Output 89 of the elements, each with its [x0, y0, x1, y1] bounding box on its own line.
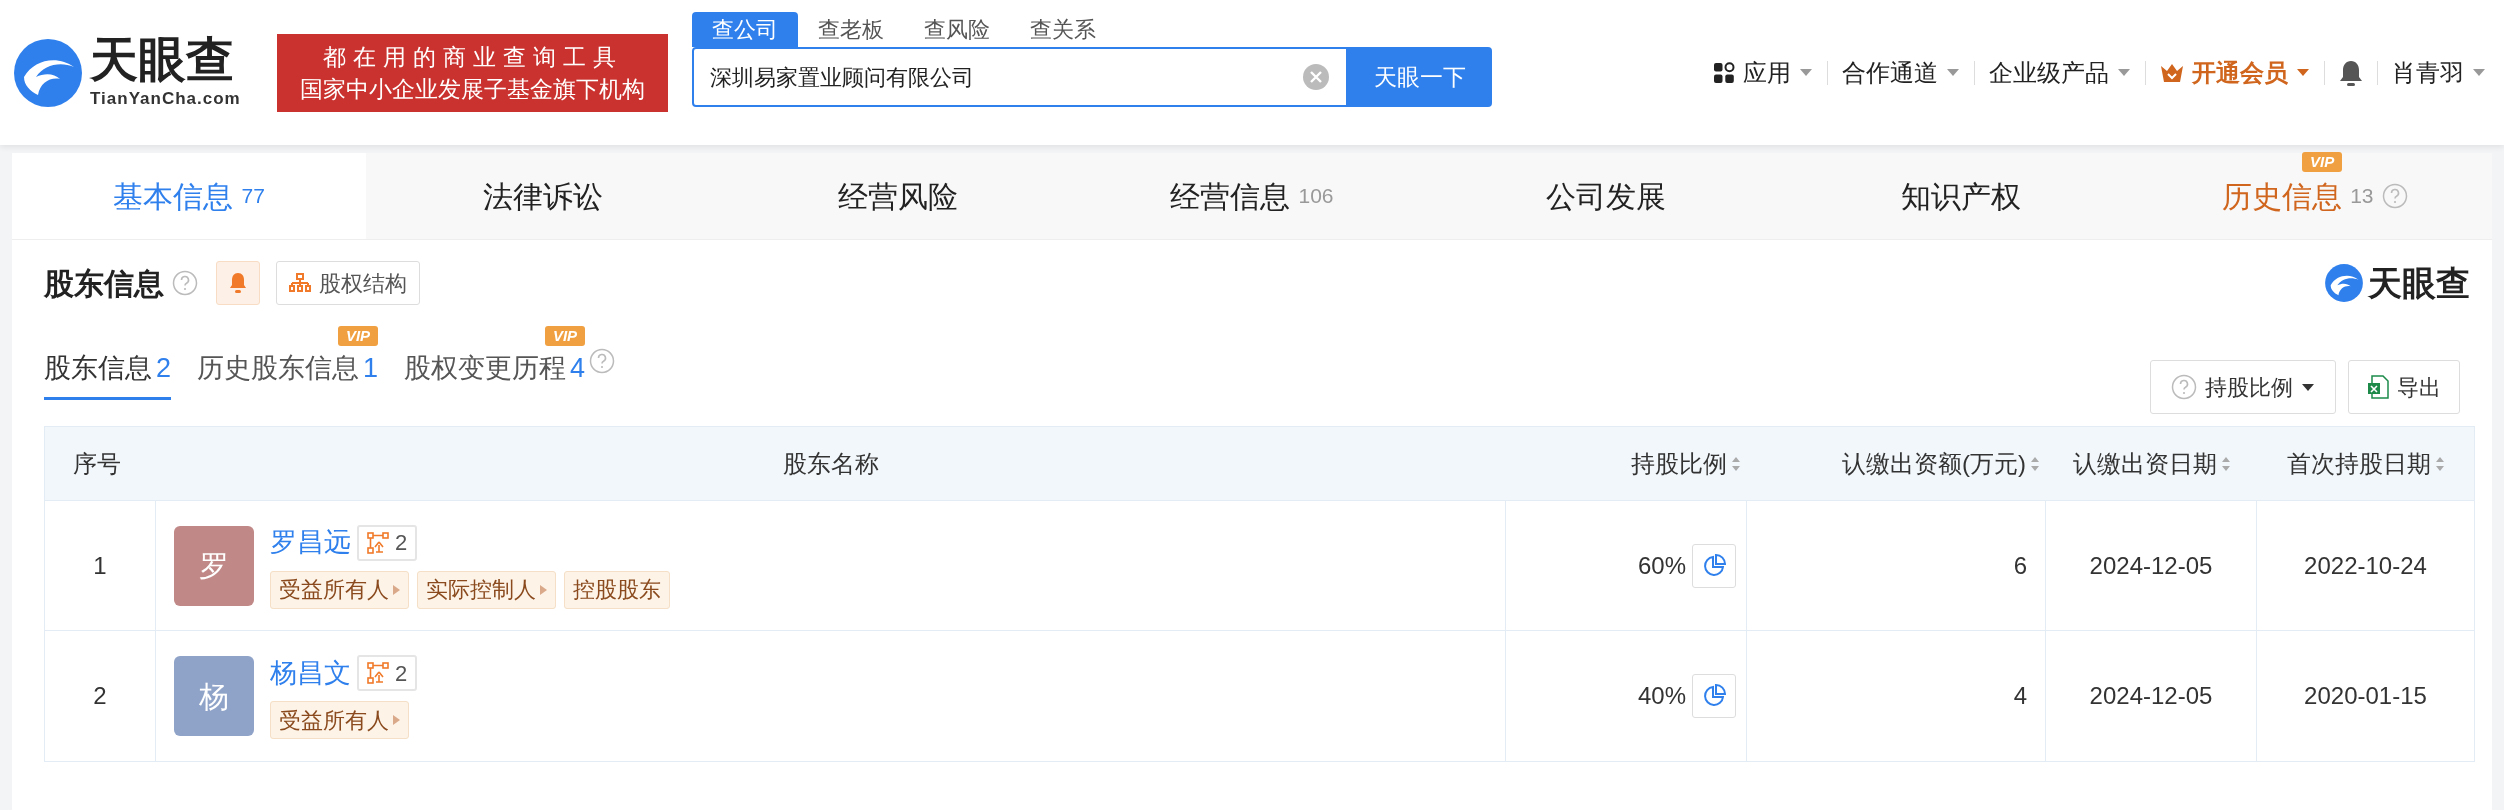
network-icon — [367, 531, 389, 554]
search-tab[interactable]: 查公司 — [692, 12, 798, 47]
search-tab[interactable]: 查老板 — [798, 12, 904, 47]
export-button[interactable]: 导出 — [2348, 360, 2460, 414]
company-count-badge[interactable]: 2 — [357, 655, 418, 691]
slogan-text: 都在用的商业查询工具 — [322, 42, 623, 72]
equity-structure-button[interactable]: 股权结构 — [276, 261, 420, 305]
logo-text: 天眼查 — [90, 33, 235, 86]
role-tag[interactable]: 实际控制人 — [417, 570, 556, 609]
arrow-icon — [393, 715, 400, 726]
bell-icon[interactable] — [2339, 58, 2363, 87]
notify-button[interactable] — [216, 261, 260, 305]
table-cell-text: 60% — [1637, 550, 1686, 581]
pie-chart-button[interactable] — [1692, 674, 1736, 718]
spreadsheet-icon — [2367, 375, 2389, 399]
pie-chart-icon — [1702, 684, 1726, 708]
search-field[interactable]: 深圳易家置业顾问有限公司 — [692, 47, 1348, 107]
caret-icon — [2472, 68, 2486, 77]
section-tab[interactable]: 经营信息 106 — [1074, 153, 1430, 239]
search-tab[interactable]: 查风险 — [904, 12, 1010, 47]
shareholder-link[interactable]: 杨昌文 — [270, 652, 351, 694]
role-tag[interactable]: 受益所有人 — [270, 701, 409, 740]
nav-menu[interactable]: 企业级产品 — [1989, 54, 2131, 91]
membership-menu[interactable]: 开通会员 — [2160, 54, 2310, 91]
section-tab[interactable]: 法律诉讼 — [366, 153, 721, 239]
slogan-text: 国家中小企业发展子基金旗下机构 — [300, 74, 645, 104]
network-icon — [367, 662, 389, 684]
table-cell: 2024-12-05 — [2046, 631, 2257, 761]
column-header: 股东名称 — [782, 448, 880, 479]
logo-domain: TianYanCha.com — [90, 87, 241, 110]
arrow-icon — [540, 584, 547, 595]
apps-icon — [1713, 61, 1735, 84]
logo-icon — [12, 36, 84, 109]
pie-chart-icon — [1702, 553, 1726, 578]
nav-menu[interactable]: 合作通道 — [1842, 54, 1960, 91]
vip-badge: VIP — [544, 326, 586, 346]
caret-icon — [2117, 68, 2131, 77]
search-button[interactable]: 天眼一下 — [1348, 47, 1492, 107]
table-cell: 6 — [1747, 501, 2046, 630]
column-header[interactable]: 持股比例 — [1506, 427, 1747, 500]
column-header[interactable]: 认缴出资额(万元) — [1747, 427, 2046, 500]
avatar: 杨 — [174, 656, 254, 736]
caret-icon — [1799, 68, 1813, 77]
pie-chart-button[interactable] — [1692, 543, 1736, 588]
sub-tab[interactable]: 股东信息 2 — [44, 348, 172, 400]
search-tab[interactable]: 查关系 — [1010, 12, 1116, 47]
brand-text: 天眼查 — [2368, 262, 2470, 304]
tab-count: 77 — [241, 183, 265, 210]
company-count-badge[interactable]: 2 — [357, 524, 418, 561]
section-tab[interactable]: 知识产权 — [1783, 153, 2138, 239]
tab-count: 13 — [2350, 183, 2374, 210]
section-tab[interactable]: 公司发展 — [1429, 153, 1784, 239]
logo-icon — [2324, 263, 2364, 303]
section-tab[interactable]: 基本信息 77 — [12, 153, 367, 239]
help-icon[interactable] — [589, 348, 616, 374]
table-cell-text: 2020-01-15 — [2303, 681, 2428, 711]
section-title: 股东信息 — [44, 265, 164, 302]
apps-menu[interactable]: 应用 — [1713, 54, 1813, 91]
table-cell-text: 2022-10-24 — [2303, 550, 2428, 581]
section-tab[interactable]: VIP 历史信息 13 — [2137, 153, 2492, 239]
crown-icon — [2160, 62, 2184, 83]
avatar: 罗 — [174, 525, 254, 606]
hierarchy-icon — [289, 273, 311, 293]
table-cell: 1 — [45, 501, 156, 630]
clear-icon[interactable] — [1302, 63, 1330, 91]
ratio-filter-button[interactable]: 持股比例 — [2150, 360, 2336, 414]
role-tag[interactable]: 受益所有人 — [270, 570, 409, 609]
vip-badge: VIP — [337, 326, 379, 346]
bell-icon — [229, 272, 247, 294]
caret-icon — [2296, 68, 2310, 77]
column-header: 序号 — [72, 448, 122, 479]
column-header[interactable]: 认缴出资日期 — [2046, 427, 2257, 500]
shareholder-link[interactable]: 罗昌远 — [270, 522, 351, 563]
arrow-icon — [393, 584, 400, 595]
table-cell-text: 40% — [1637, 681, 1686, 711]
help-icon[interactable] — [2381, 183, 2408, 209]
section-tab[interactable]: 经营风险 — [720, 153, 1075, 239]
role-tag: 控股股东 — [564, 570, 670, 609]
vip-badge: VIP — [2301, 151, 2343, 172]
table-cell: 4 — [1747, 631, 2046, 761]
tab-count: 106 — [1298, 183, 1334, 210]
caret-icon — [1946, 68, 1960, 77]
table-cell: 2 — [45, 631, 156, 761]
column-header[interactable]: 首次持股日期 — [2257, 427, 2474, 500]
table-cell: 2024-12-05 — [2046, 501, 2257, 630]
help-icon[interactable] — [172, 270, 198, 296]
help-icon[interactable] — [2171, 374, 2197, 400]
nav-menu[interactable]: 肖青羽 — [2392, 54, 2486, 91]
caret-icon — [2301, 382, 2315, 392]
